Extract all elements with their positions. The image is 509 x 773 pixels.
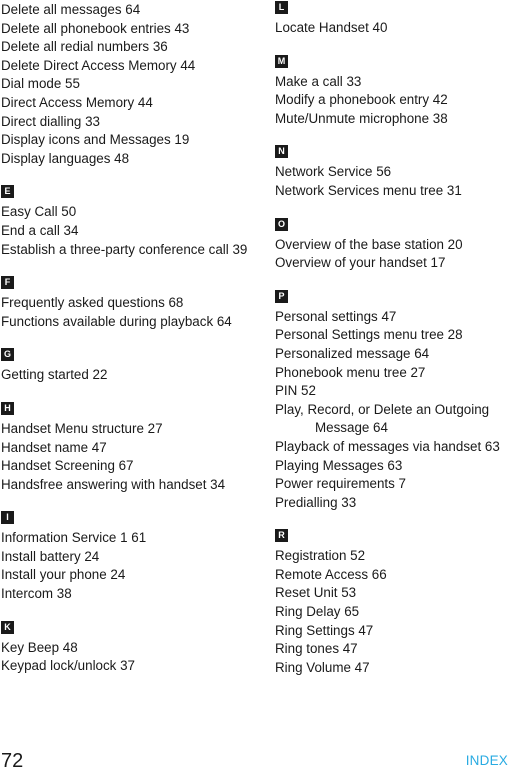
index-entry[interactable]: Overview of the base station 20 (275, 236, 509, 255)
index-entry[interactable]: PIN 52 (275, 382, 509, 401)
index-entry[interactable]: Keypad lock/unlock 37 (1, 657, 265, 676)
index-entry[interactable]: Ring Delay 65 (275, 603, 509, 622)
index-entry[interactable]: Install your phone 24 (1, 566, 265, 585)
index-entry[interactable]: Getting started 22 (1, 366, 265, 385)
index-entry[interactable]: Locate Handset 40 (275, 19, 509, 38)
index-entry-list: Frequently asked questions 68 Functions a… (1, 294, 265, 331)
letter-section-n: N Network Service 56 Network Services menu… (275, 145, 509, 200)
index-entry[interactable]: Frequently asked questions 68 (1, 294, 265, 313)
index-entry[interactable]: Ring Settings 47 (275, 622, 509, 641)
index-entry[interactable]: Personalized message 64 (275, 345, 509, 364)
index-entry[interactable]: Display languages 48 (1, 150, 265, 169)
index-entry-list: Make a call 33 Modify a phonebook entry 4… (275, 73, 509, 129)
letter-badge-p: P (275, 289, 288, 303)
index-entry[interactable]: Power requirements 7 (275, 475, 509, 494)
index-entry-list: Registration 52 Remote Access 66 Reset Uni… (275, 547, 509, 677)
letter-section-continued: Delete all messages 64 Delete all phonebo… (1, 1, 265, 168)
index-entry[interactable]: Easy Call 50 (1, 203, 265, 222)
index-columns: Delete all messages 64 Delete all phonebo… (0, 0, 509, 730)
index-entry[interactable]: Delete all messages 64 (1, 1, 265, 20)
index-entry-list: Getting started 22 (1, 366, 265, 385)
index-entry-continuation: Message 64 (315, 420, 388, 436)
index-entry[interactable]: Install battery 24 (1, 548, 265, 567)
index-page: Delete all messages 64 Delete all phonebo… (0, 0, 509, 773)
letter-section-e: E Easy Call 50 End a call 34 Establish a th… (1, 185, 265, 259)
right-column: L Locate Handset 40 M Make a call 33 Modify … (265, 0, 509, 677)
index-entry-list: Personal settings 47 Personal Settings me… (275, 308, 509, 513)
letter-section-i: I Information Service 1 61 Install battery… (1, 511, 265, 603)
page-number: 72 (1, 750, 24, 772)
index-entry[interactable]: Delete Direct Access Memory 44 (1, 57, 265, 76)
letter-badge-f: F (1, 276, 14, 290)
index-entry[interactable]: End a call 34 (1, 222, 265, 241)
index-entry[interactable]: Network Services menu tree 31 (275, 182, 509, 201)
letter-badge-l: L (275, 1, 288, 14)
index-entry[interactable]: Key Beep 48 (1, 639, 265, 658)
index-entry[interactable]: Playback of messages via handset 63 (275, 438, 509, 457)
index-entry[interactable]: Display icons and Messages 19 (1, 131, 265, 150)
letter-badge-k: K (1, 620, 14, 634)
index-entry-list: Network Service 56 Network Services menu … (275, 163, 509, 200)
index-entry[interactable]: Dial mode 55 (1, 75, 265, 94)
index-entry[interactable]: Ring tones 47 (275, 640, 509, 659)
letter-section-k: K Key Beep 48 Keypad lock/unlock 37 (1, 620, 265, 676)
index-entry[interactable]: Phonebook menu tree 27 (275, 364, 509, 383)
index-entry[interactable]: Intercom 38 (1, 585, 265, 604)
letter-section-m: M Make a call 33 Modify a phonebook entry … (275, 54, 509, 129)
index-entry[interactable]: Personal Settings menu tree 28 (275, 326, 509, 345)
letter-badge-g: G (1, 348, 14, 362)
letter-section-g: G Getting started 22 (1, 348, 265, 385)
index-entry-list: Information Service 1 61 Install battery … (1, 529, 265, 603)
index-entry[interactable]: Information Service 1 61 (1, 529, 265, 548)
section-label-index: INDEX (465, 753, 508, 768)
index-entry[interactable]: Play, Record, or Delete an Outgoing Messa… (275, 401, 509, 438)
index-entry-list: Overview of the base station 20 Overview … (275, 236, 509, 273)
index-entry[interactable]: Handset name 47 (1, 439, 265, 458)
index-entry[interactable]: Personal settings 47 (275, 308, 509, 327)
letter-badge-e: E (1, 185, 14, 199)
letter-section-f: F Frequently asked questions 68 Functions … (1, 276, 265, 331)
index-entry[interactable]: Ring Volume 47 (275, 659, 509, 678)
index-entry[interactable]: Reset Unit 53 (275, 584, 509, 603)
index-entry[interactable]: Remote Access 66 (275, 566, 509, 585)
letter-badge-h: H (1, 401, 14, 415)
index-entry[interactable]: Direct Access Memory 44 (1, 94, 265, 113)
index-entry[interactable]: Mute/Unmute microphone 38 (275, 110, 509, 129)
letter-badge-m: M (275, 54, 288, 68)
index-entry[interactable]: Make a call 33 (275, 73, 509, 92)
letter-badge-n: N (275, 145, 288, 159)
letter-section-r: R Registration 52 Remote Access 66 Reset Un… (275, 529, 509, 677)
index-entry[interactable]: Establish a three-party conference call … (1, 241, 265, 260)
letter-badge-o: O (275, 217, 288, 231)
index-entry[interactable]: Handsfree answering with handset 34 (1, 476, 265, 495)
index-entry-list: Handset Menu structure 27 Handset name 47… (1, 420, 265, 494)
letter-badge-i: I (1, 511, 14, 525)
index-entry[interactable]: Predialling 33 (275, 494, 509, 513)
index-entry[interactable]: Functions available during playback 64 (1, 313, 265, 332)
page-footer: 72 INDEX (0, 730, 509, 773)
letter-section-p: P Personal settings 47 Personal Settings m… (275, 289, 509, 513)
index-entry-list: Locate Handset 40 (275, 19, 509, 38)
index-entry[interactable]: Direct dialling 33 (1, 113, 265, 132)
index-entry[interactable]: Registration 52 (275, 547, 509, 566)
letter-section-o: O Overview of the base station 20 Overview… (275, 217, 509, 273)
index-entry-list: Easy Call 50 End a call 34 Establish a thr… (1, 203, 265, 259)
index-entry[interactable]: Delete all redial numbers 36 (1, 38, 265, 57)
index-entry[interactable]: Delete all phonebook entries 43 (1, 20, 265, 39)
index-entry[interactable]: Handset Menu structure 27 (1, 420, 265, 439)
index-entry[interactable]: Handset Screening 67 (1, 457, 265, 476)
index-entry-list: Key Beep 48 Keypad lock/unlock 37 (1, 639, 265, 676)
letter-section-h: H Handset Menu structure 27 Handset name 4… (1, 401, 265, 494)
index-entry[interactable]: Playing Messages 63 (275, 457, 509, 476)
index-entry-text: Play, Record, or Delete an Outgoing (275, 401, 490, 417)
index-entry-list: Delete all messages 64 Delete all phonebo… (1, 1, 265, 168)
letter-badge-r: R (275, 529, 288, 543)
letter-section-l: L Locate Handset 40 (275, 1, 509, 38)
index-entry[interactable]: Modify a phonebook entry 42 (275, 91, 509, 110)
left-column: Delete all messages 64 Delete all phonebo… (0, 0, 265, 676)
index-entry[interactable]: Overview of your handset 17 (275, 254, 509, 273)
index-entry[interactable]: Network Service 56 (275, 163, 509, 182)
